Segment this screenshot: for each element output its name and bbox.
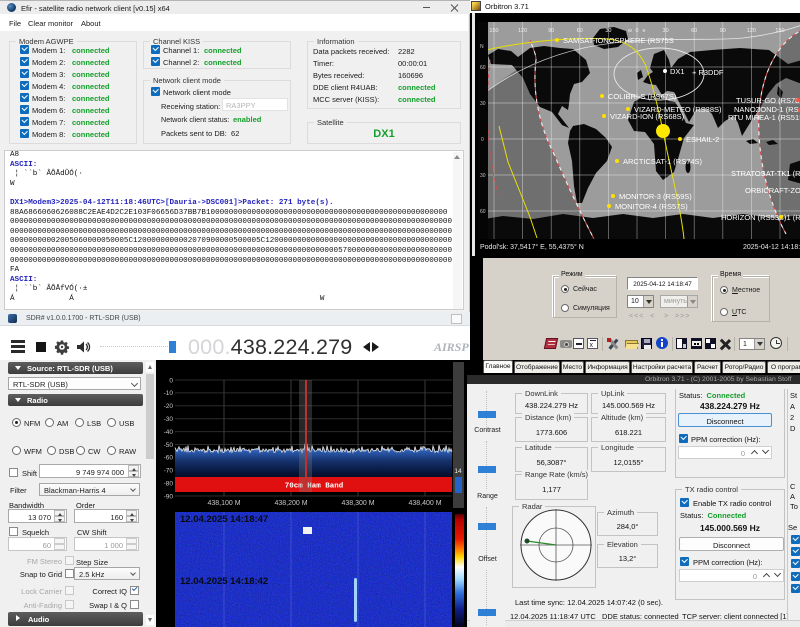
svg-text:-20: -20 (164, 403, 174, 410)
svg-text:MONITOR-3 (RS59S): MONITOR-3 (RS59S) (619, 192, 692, 201)
svg-text:438,300 M: 438,300 M (341, 500, 374, 507)
svg-text:e: e (642, 28, 645, 34)
svg-text:30: 30 (480, 173, 486, 179)
svg-text:ARCTICSAT-1 (RS74S): ARCTICSAT-1 (RS74S) (623, 157, 703, 166)
svg-text:-1 (RS: -1 (RS (784, 213, 800, 222)
svg-text:HORIZON (RS53S): HORIZON (RS53S) (721, 213, 787, 222)
svg-text:60: 60 (577, 28, 583, 34)
svg-text:30: 30 (663, 28, 669, 34)
svg-text:SAMSAT-IONOSPHERE (RS75S: SAMSAT-IONOSPHERE (RS75S (563, 36, 674, 45)
svg-text:60: 60 (691, 28, 697, 34)
svg-text:RTU MIREA-1 (RS51S): RTU MIREA-1 (RS51S) (728, 113, 800, 122)
svg-text:12.04.2025 14:18:47: 12.04.2025 14:18:47 (180, 514, 268, 525)
svg-text:30: 30 (480, 101, 486, 107)
svg-text:0: 0 (635, 28, 638, 34)
svg-text:0: 0 (169, 377, 173, 384)
svg-text:60: 60 (480, 209, 486, 215)
svg-text:-60: -60 (164, 455, 174, 462)
svg-text:VIZARD-ION (RS68S): VIZARD-ION (RS68S) (610, 112, 685, 121)
svg-text:-90: -90 (164, 493, 174, 500)
svg-text:70cm Ham Band: 70cm Ham Band (285, 483, 344, 491)
svg-text:12.04.2025 14:18:42: 12.04.2025 14:18:42 (180, 576, 268, 587)
svg-text:150: 150 (489, 28, 498, 34)
svg-text:COLIBRI-S (RS67S): COLIBRI-S (RS67S) (608, 92, 677, 101)
svg-text:90: 90 (720, 28, 726, 34)
svg-text:TUSUR-GO (RS78S): TUSUR-GO (RS78S) (736, 96, 800, 105)
svg-text:438,200 M: 438,200 M (274, 500, 307, 507)
svg-text:-40: -40 (164, 429, 174, 436)
svg-text:-70: -70 (164, 468, 174, 475)
svg-text:N: N (480, 44, 484, 50)
svg-text:DX1: DX1 (670, 67, 685, 76)
svg-text:60: 60 (480, 65, 486, 71)
svg-text:14: 14 (454, 468, 462, 475)
svg-text:-50: -50 (164, 442, 174, 449)
svg-text:30: 30 (605, 28, 611, 34)
svg-text:ORBICRAFT-ZORKIY: ORBICRAFT-ZORKIY (745, 186, 800, 195)
svg-text:120: 120 (518, 28, 527, 34)
svg-text:MONITOR-4 (RS57S): MONITOR-4 (RS57S) (615, 202, 688, 211)
svg-text:438,400 M: 438,400 M (408, 500, 441, 507)
svg-text:120: 120 (747, 28, 756, 34)
svg-text:90: 90 (548, 28, 554, 34)
svg-text:w: w (627, 28, 632, 34)
svg-text:ESHAIL-2: ESHAIL-2 (686, 135, 719, 144)
svg-text:-80: -80 (164, 480, 174, 487)
svg-text:-30: -30 (164, 416, 174, 423)
svg-text:-10: -10 (164, 390, 174, 397)
svg-text:+ R3DDF: + R3DDF (692, 68, 724, 77)
svg-text:0: 0 (481, 137, 484, 143)
svg-text:STRATOSAT-TK1 (RS52: STRATOSAT-TK1 (RS52 (731, 169, 800, 178)
svg-text:438,100 M: 438,100 M (207, 500, 240, 507)
